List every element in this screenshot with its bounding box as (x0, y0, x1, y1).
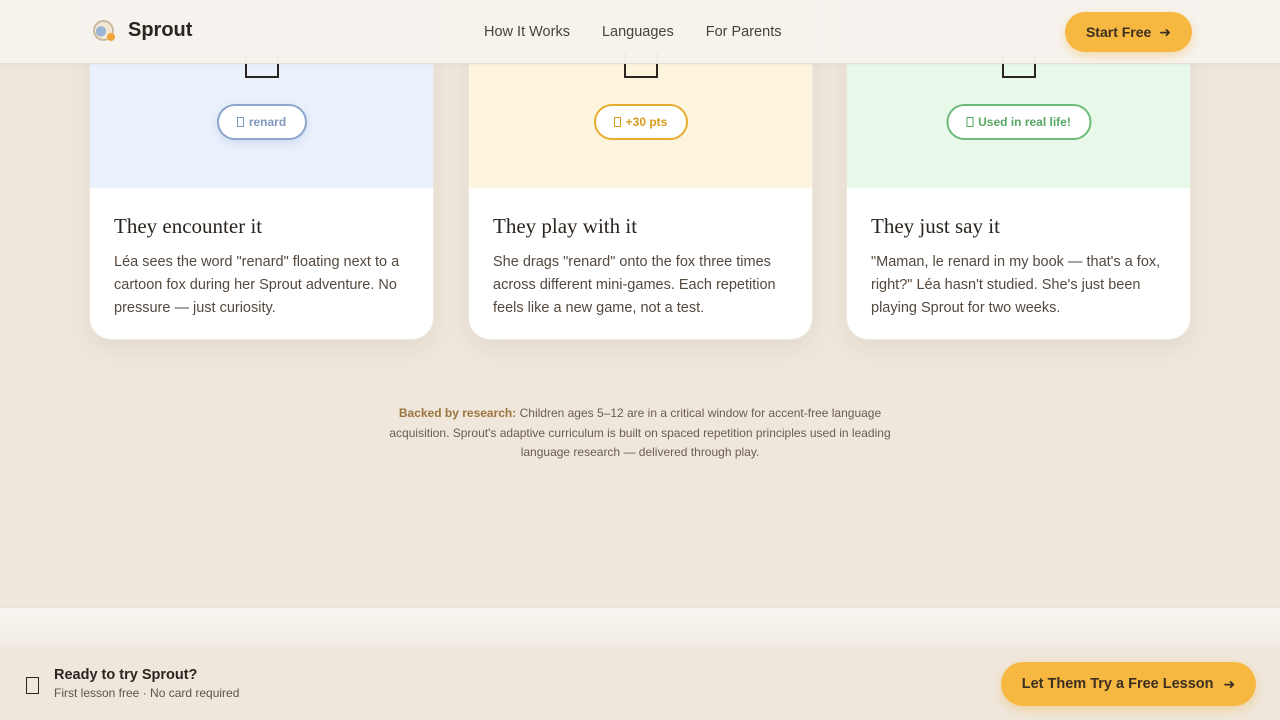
button-label: Let Them Try a Free Lesson (1021, 676, 1214, 692)
nav-link-for-parents[interactable]: For Parents (706, 24, 782, 40)
badge-label: +30 pts (625, 115, 668, 129)
card-text: She drags "renard" onto the fox three ti… (493, 254, 776, 316)
start-free-button[interactable]: Start Free ➜ (1065, 12, 1192, 52)
sticky-cta-bar: Ready to try Sprout? First lesson free ·… (0, 647, 1280, 720)
arrow-right-icon: ➜ (1159, 23, 1172, 40)
brand-logo[interactable]: Sprout (93, 19, 192, 42)
research-label: Backed by research: (398, 406, 517, 420)
badge-label: renard (248, 115, 287, 129)
sticky-subtitle: First lesson free · No card required (54, 686, 240, 700)
book-icon (26, 677, 39, 694)
card-title: They encounter it (114, 214, 263, 238)
brand-name: Sprout (128, 19, 193, 41)
badge-label: Used in real life! (978, 115, 1071, 129)
word-badge: renard (216, 104, 307, 140)
card-title: They just say it (871, 214, 1000, 238)
sprout-logo-icon (93, 20, 115, 41)
points-badge: +30 pts (593, 104, 688, 140)
nav-link-languages[interactable]: Languages (602, 24, 674, 40)
card-text: Léa sees the word "renard" floating next… (114, 254, 400, 316)
card-title: They play with it (493, 214, 638, 238)
nav-link-how-it-works[interactable]: How It Works (484, 24, 570, 40)
check-icon (966, 117, 974, 127)
tag-icon (236, 117, 244, 127)
nav-links: How It Works Languages For Parents (484, 24, 781, 40)
top-navbar: Sprout How It Works Languages For Parent… (0, 0, 1280, 64)
star-icon (613, 117, 621, 127)
free-lesson-button[interactable]: Let Them Try a Free Lesson ➜ (1001, 662, 1256, 706)
button-label: Start Free (1085, 24, 1152, 40)
arrow-right-icon: ➜ (1223, 675, 1236, 692)
success-badge: Used in real life! (946, 104, 1091, 140)
sticky-title: Ready to try Sprout? (54, 667, 198, 683)
research-note: Backed by research: Children ages 5–12 a… (380, 404, 900, 463)
card-text: "Maman, le renard in my book — that's a … (871, 254, 1161, 316)
